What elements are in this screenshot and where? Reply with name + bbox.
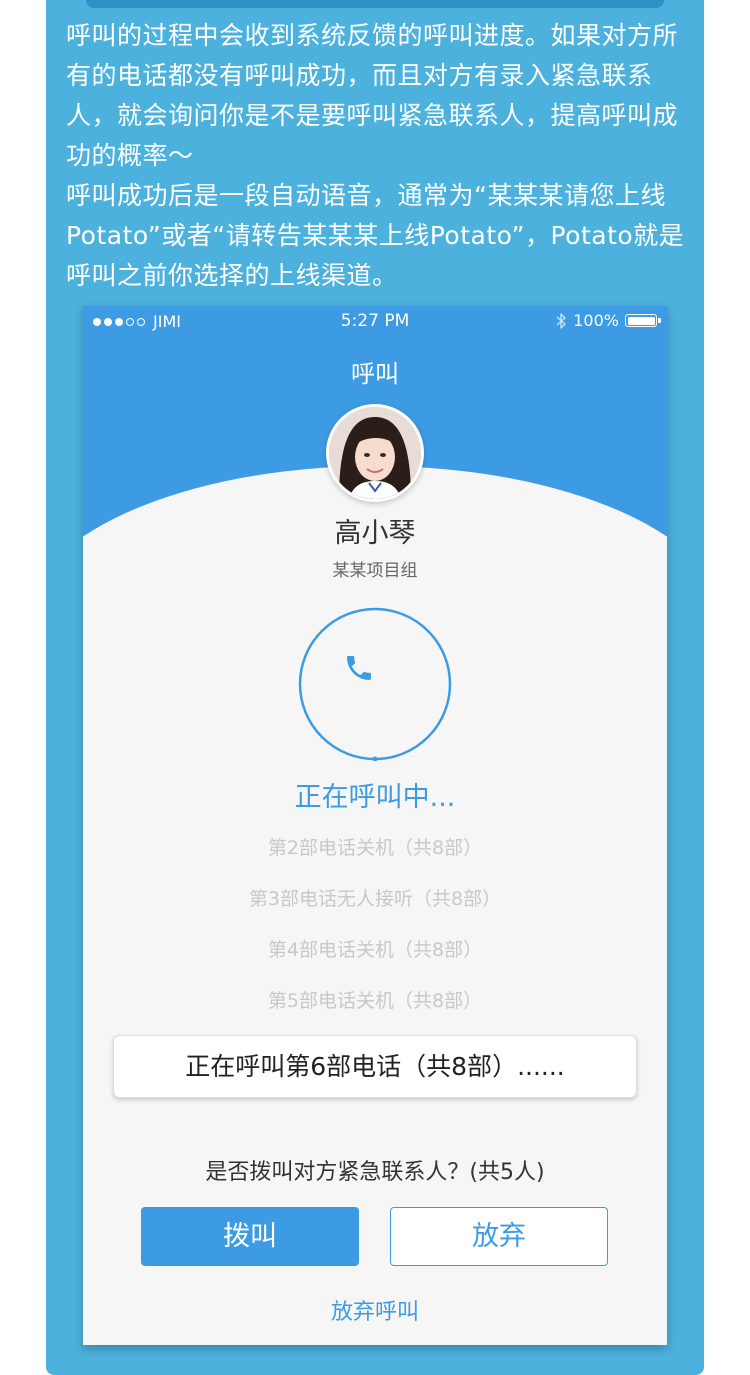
description-text: 呼叫的过程中会收到系统反馈的呼叫进度。如果对方所有的电话都没有呼叫成功，而且对方… [66,16,696,296]
description-paragraph-1: 呼叫的过程中会收到系统反馈的呼叫进度。如果对方所有的电话都没有呼叫成功，而且对方… [66,21,679,170]
battery-percent: 100% [573,311,619,330]
call-history-item: 第5部电话关机（共8部） [267,990,483,1012]
call-history-list: 第2部电话关机（共8部） 第3部电话无人接听（共8部） 第4部电话关机（共8部）… [83,830,667,1034]
emergency-contact-prompt: 是否拨叫对方紧急联系人？(共5人) [205,1160,545,1185]
phone-icon [346,655,371,680]
call-history-item: 第3部电话无人接听（共8部） [248,888,502,910]
call-history-item: 第4部电话关机（共8部） [267,939,483,961]
avatar-portrait [329,407,421,499]
current-call-banner: 正在呼叫第6部电话（共8部）...... [113,1035,637,1098]
status-right-group: 100% [555,311,661,330]
contact-group: 某某项目组 [332,561,418,581]
battery-icon [625,314,661,327]
give-up-button[interactable]: 放弃 [390,1207,608,1266]
calling-ring [298,607,452,761]
call-history-item: 第2部电话关机（共8部） [267,837,483,859]
contact-name: 高小琴 [334,518,416,549]
bluetooth-icon [556,312,566,329]
avatar [326,404,424,502]
status-bar: JIMI 5:27 PM 100% [83,306,667,336]
phone-screenshot: JIMI 5:27 PM 100% 呼叫 高小琴 某某项目组 正在呼叫中... … [83,306,667,1345]
card-top-bar [86,0,664,8]
calling-status: 正在呼叫中... [294,782,456,813]
nav-title: 呼叫 [351,360,399,388]
dial-emergency-button[interactable]: 拨叫 [141,1207,359,1266]
abort-call-link[interactable]: 放弃呼叫 [83,1294,667,1326]
description-paragraph-2: 呼叫成功后是一段自动语音，通常为“某某某请您上线Potato”或者“请转告某某某… [66,181,685,290]
